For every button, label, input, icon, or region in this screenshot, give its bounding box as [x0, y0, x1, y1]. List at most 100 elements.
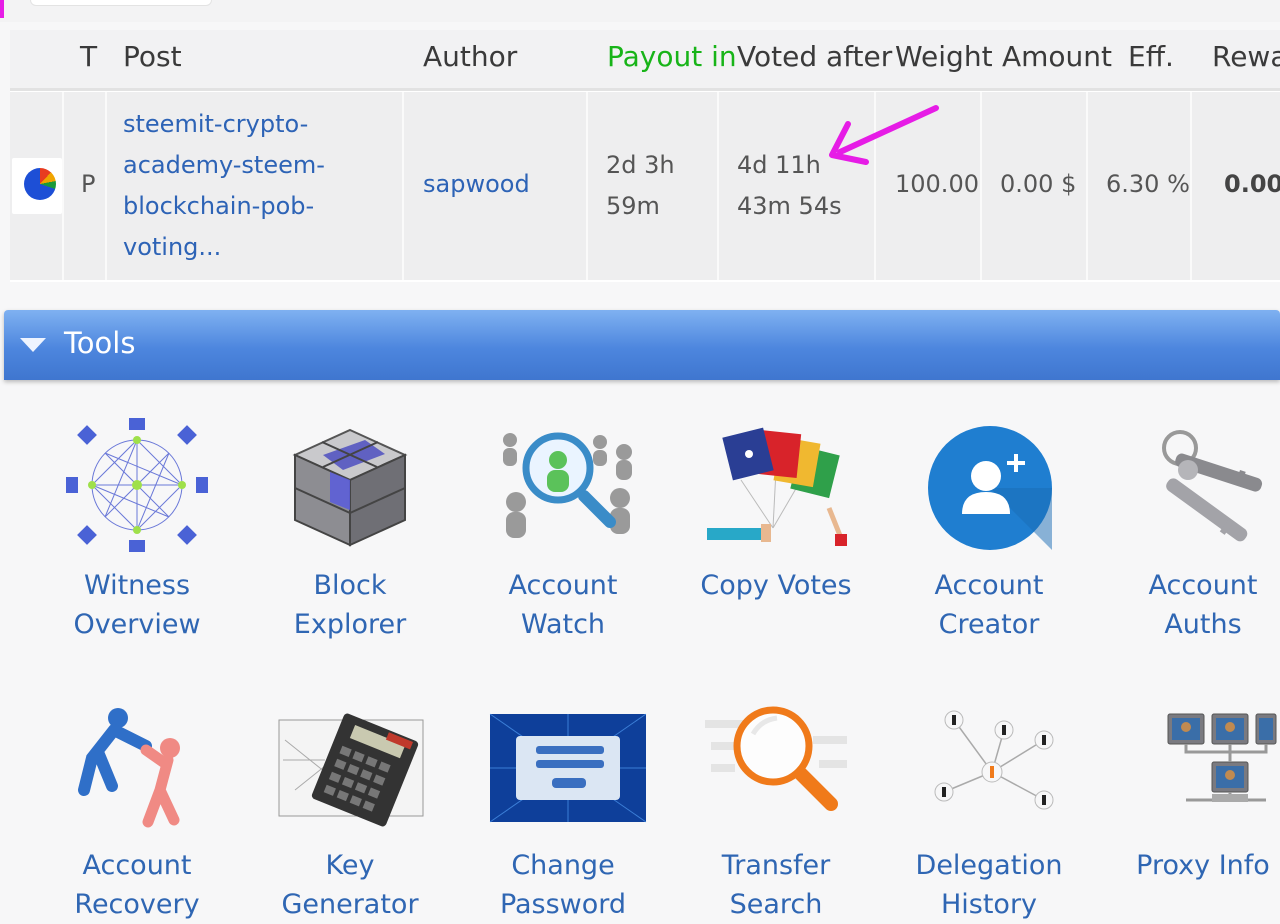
votes-table: T Post Author Payout in Voted after Weig… — [10, 30, 1280, 282]
header-type[interactable]: T — [80, 40, 97, 73]
author-link[interactable]: sapwood — [423, 164, 530, 205]
tool-label-line: Auths — [1164, 609, 1242, 640]
tool-label: Block Explorer — [243, 566, 457, 644]
tool-delegation-history[interactable]: Delegation History — [882, 690, 1096, 924]
tool-label-line: Explorer — [293, 609, 407, 640]
post-link-line: blockchain-pob- — [123, 192, 315, 220]
post-link-line: academy-steem- — [123, 151, 325, 179]
tool-label: Account Recovery — [30, 846, 244, 924]
payout-line: 59m — [606, 192, 660, 220]
pie-chart-icon — [24, 168, 56, 200]
tool-label-line: Search — [729, 889, 823, 920]
tool-label-line: Generator — [281, 889, 419, 920]
tool-label-line: Block — [313, 570, 387, 601]
calculator-icon — [275, 690, 425, 840]
tool-label-line: Password — [499, 889, 627, 920]
tool-label: Transfer Search — [669, 846, 883, 924]
tool-label: Account Watch — [456, 566, 670, 644]
vote-chart-button[interactable] — [12, 158, 62, 214]
tool-label: Copy Votes — [669, 566, 883, 605]
header-post[interactable]: Post — [123, 40, 182, 73]
header-voted-after[interactable]: Voted after — [737, 40, 892, 73]
tool-label-line: Account — [508, 570, 618, 601]
cell-weight: 100.00 — [895, 170, 979, 198]
tool-label-line: Delegation — [915, 850, 1063, 881]
tool-account-watch[interactable]: Account Watch — [456, 410, 670, 644]
add-user-icon — [914, 410, 1064, 560]
cell-divider — [402, 92, 404, 280]
tool-label: Delegation History — [882, 846, 1096, 924]
header-weight[interactable]: Weight — [895, 40, 993, 73]
tool-label-line: Account — [1148, 570, 1258, 601]
tool-account-creator[interactable]: Account Creator — [882, 410, 1096, 644]
tool-label-line: Account — [82, 850, 192, 881]
header-amount[interactable]: Amount — [1002, 40, 1112, 73]
cell-divider — [105, 92, 107, 280]
post-link-line: voting... — [123, 233, 222, 261]
tool-label: Account Creator — [882, 566, 1096, 644]
tool-block-explorer[interactable]: Block Explorer — [243, 410, 457, 644]
voted-after-line: 43m 54s — [737, 192, 842, 220]
colored-flags-icon — [701, 410, 851, 560]
tool-label-line: Change — [511, 850, 615, 881]
top-tab[interactable] — [30, 0, 212, 6]
cell-divider — [980, 92, 982, 280]
tool-label: Key Generator — [243, 846, 457, 924]
tool-witness-overview[interactable]: Witness Overview — [30, 410, 244, 644]
cell-divider — [1190, 92, 1192, 280]
delegation-network-icon — [914, 690, 1064, 840]
cell-eff: 6.30 % — [1106, 170, 1190, 198]
tools-title: Tools — [64, 326, 136, 360]
login-screen-icon — [488, 690, 647, 840]
tool-label: Proxy Info — [1096, 846, 1280, 885]
cell-divider — [1086, 92, 1088, 280]
tool-copy-votes[interactable]: Copy Votes — [669, 410, 883, 605]
tool-label-line: Account — [934, 570, 1044, 601]
payout-line: 2d 3h — [606, 151, 675, 179]
post-link[interactable]: steemit-crypto- academy-steem- blockchai… — [123, 104, 325, 268]
tool-label-line: Witness — [83, 570, 191, 601]
header-author[interactable]: Author — [423, 40, 517, 73]
tool-label-line: Recovery — [74, 889, 200, 920]
magnifier-people-icon — [488, 410, 638, 560]
tool-change-password[interactable]: Change Password — [456, 690, 670, 924]
collapse-triangle-icon — [20, 338, 46, 352]
tool-label-line: History — [940, 889, 1038, 920]
tool-label: Witness Overview — [30, 566, 244, 644]
tool-proxy-info[interactable]: Proxy Info — [1096, 690, 1280, 885]
cell-divider — [586, 92, 588, 280]
tool-label: Change Password — [456, 846, 670, 924]
header-payout-in[interactable]: Payout in — [607, 40, 737, 73]
tool-label-line: Creator — [938, 609, 1040, 640]
annotation-edge-mark — [0, 0, 4, 18]
cell-divider — [717, 92, 719, 280]
tool-account-auths[interactable]: Account Auths — [1096, 410, 1280, 644]
header-reward[interactable]: Rewa — [1212, 40, 1280, 73]
tool-label: Account Auths — [1096, 566, 1280, 644]
tool-label-line: Key — [325, 850, 375, 881]
table-header: T Post Author Payout in Voted after Weig… — [10, 30, 1280, 91]
tool-label-line: Watch — [520, 609, 606, 640]
tool-label-line: Transfer — [721, 850, 831, 881]
cube-icon — [275, 410, 425, 560]
cell-reward: 0.00 — [1224, 170, 1280, 198]
post-link-line: steemit-crypto- — [123, 110, 309, 138]
witness-network-icon — [62, 410, 212, 560]
tool-label-line: Copy Votes — [700, 570, 852, 601]
cell-payout-in: 2d 3h 59m — [606, 145, 675, 227]
keys-icon — [1128, 410, 1278, 560]
tools-section-header[interactable]: Tools — [4, 310, 1280, 380]
annotation-arrow-icon — [829, 105, 939, 165]
header-eff[interactable]: Eff. — [1128, 40, 1174, 73]
tool-transfer-search[interactable]: Transfer Search — [669, 690, 883, 924]
search-icon — [701, 690, 851, 840]
tool-label-line: Overview — [73, 609, 201, 640]
tool-label-line: Proxy Info — [1136, 850, 1270, 881]
cell-type: P — [81, 170, 96, 198]
tool-key-generator[interactable]: Key Generator — [243, 690, 457, 924]
cell-amount: 0.00 $ — [1000, 170, 1077, 198]
cell-divider — [62, 92, 64, 280]
proxy-monitors-icon — [1128, 690, 1278, 840]
tool-account-recovery[interactable]: Account Recovery — [30, 690, 244, 924]
helping-hand-icon — [62, 690, 212, 840]
